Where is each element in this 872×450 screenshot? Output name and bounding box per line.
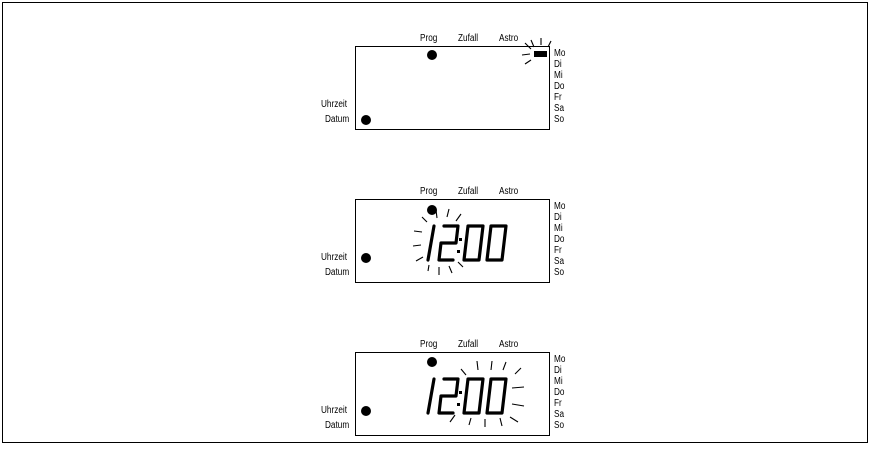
- diagram-frame: Prog Zufall Astro Uhrzeit Datum Mo Di Mi…: [2, 2, 868, 443]
- seven-segment-time: [426, 377, 508, 415]
- time-display-minutes-blinking: [426, 360, 525, 427]
- lcd-panel-3: Prog Zufall Astro Uhrzeit Datum Mo Di Mi…: [3, 3, 872, 436]
